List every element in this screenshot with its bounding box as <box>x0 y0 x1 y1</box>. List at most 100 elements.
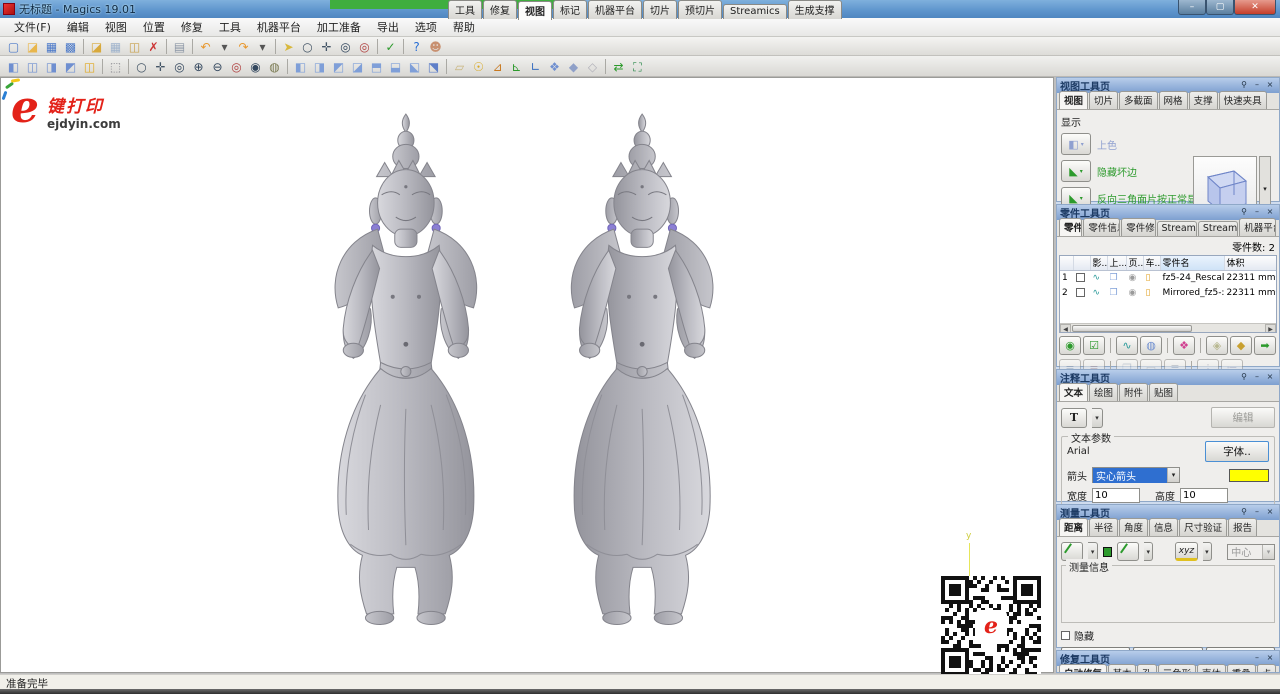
pin-icon[interactable]: ⚲ <box>1238 372 1250 383</box>
active-view-icon[interactable]: ◫ <box>80 58 99 75</box>
minimize-button[interactable]: – <box>1178 0 1206 15</box>
undo-dropdown-icon[interactable]: ▾ <box>215 38 234 55</box>
close-icon[interactable]: × <box>1264 80 1276 91</box>
close-icon[interactable]: × <box>1264 207 1276 218</box>
ribbon-tab[interactable]: 标记 <box>553 0 587 19</box>
tab[interactable]: 零件信息 <box>1083 218 1120 236</box>
menu-item[interactable]: 编辑 <box>59 17 97 37</box>
column-header[interactable]: 体积 <box>1224 256 1276 270</box>
ruler-icon[interactable]: ∟ <box>526 58 545 75</box>
front-view-icon[interactable]: ◫ <box>23 58 42 75</box>
arrow-style-select[interactable]: 实心箭头 ▾ <box>1092 467 1180 483</box>
tab[interactable]: 绘图 <box>1089 383 1118 401</box>
collapse-icon[interactable]: – <box>1251 207 1263 218</box>
column-header[interactable]: 零件名 <box>1160 256 1224 270</box>
slot-icon[interactable]: ▯ <box>1146 273 1151 283</box>
merge-parts-icon[interactable]: ◈ <box>1206 336 1228 355</box>
view-right-icon[interactable]: ◪ <box>348 58 367 75</box>
scrollbar-thumb[interactable] <box>1072 325 1192 332</box>
save-file-icon[interactable]: ▦ <box>42 38 61 55</box>
ribbon-tab[interactable]: 视图 <box>518 1 552 20</box>
tab[interactable]: 半径 <box>1089 518 1118 536</box>
print-icon[interactable]: ▤ <box>170 38 189 55</box>
wire-part-icon[interactable]: ◇ <box>583 58 602 75</box>
ribbon-tab[interactable]: 工具 <box>448 0 482 19</box>
visibility-icon[interactable]: ∿ <box>1093 273 1101 283</box>
zoom-in-icon[interactable]: ⊕ <box>189 58 208 75</box>
collapse-icon[interactable]: – <box>1251 80 1263 91</box>
column-header[interactable]: 车.. <box>1143 256 1160 270</box>
top-view-icon[interactable]: ◨ <box>42 58 61 75</box>
select-cursor-icon[interactable]: ➤ <box>279 38 298 55</box>
bounding-box-icon[interactable]: ⬚ <box>106 58 125 75</box>
pan-view-icon[interactable]: ✛ <box>317 38 336 55</box>
tab[interactable]: 网格 <box>1159 91 1188 109</box>
note-icon[interactable]: ▱ <box>450 58 469 75</box>
menu-item[interactable]: 文件(F) <box>6 17 59 37</box>
swap-view-icon[interactable]: ⇄ <box>609 58 628 75</box>
tab[interactable]: 附件 <box>1119 383 1148 401</box>
menu-item[interactable]: 加工准备 <box>309 17 369 37</box>
column-header[interactable] <box>1073 256 1090 270</box>
redo-icon[interactable]: ↷ <box>234 38 253 55</box>
view-bottom-icon[interactable]: ⬓ <box>386 58 405 75</box>
part-checkbox[interactable] <box>1076 288 1085 297</box>
3d-viewport[interactable]: e 键打印 ejdyin.com <box>0 77 1054 673</box>
zoom-window-icon[interactable]: ◎ <box>170 58 189 75</box>
tab[interactable]: 文本 <box>1059 383 1088 401</box>
collapse-icon[interactable]: – <box>1251 507 1263 518</box>
tab[interactable]: 重叠 <box>1227 664 1256 673</box>
ribbon-tab[interactable]: 修复 <box>483 0 517 19</box>
pin-icon[interactable]: ⚲ <box>1238 207 1250 218</box>
tab[interactable]: 零件 <box>1059 218 1082 236</box>
tab[interactable]: 孔 <box>1137 664 1156 673</box>
save-as-icon[interactable]: ▩ <box>61 38 80 55</box>
height-field[interactable] <box>1180 488 1228 503</box>
close-button[interactable]: ✕ <box>1234 0 1276 15</box>
shade-icon[interactable]: ❒ <box>1110 273 1118 283</box>
shade-part-icon[interactable]: ◆ <box>564 58 583 75</box>
pin-icon[interactable]: ⚲ <box>1238 507 1250 518</box>
tab[interactable]: 贴图 <box>1149 383 1178 401</box>
chevron-down-icon[interactable]: ▾ <box>1144 542 1153 561</box>
tab[interactable]: 多截面 <box>1119 91 1158 109</box>
collapse-icon[interactable]: – <box>1251 653 1263 664</box>
view-iso1-icon[interactable]: ⬕ <box>405 58 424 75</box>
tab[interactable]: 切片 <box>1089 91 1118 109</box>
shade-all-icon[interactable]: ∿ <box>1116 336 1138 355</box>
axes-icon[interactable]: ⊿ <box>488 58 507 75</box>
column-header[interactable] <box>1060 256 1073 270</box>
render-mode-icon[interactable]: ❖ <box>545 58 564 75</box>
table-row[interactable]: 2∿❒◉▯Mirrored_fz5-:22311 mm³0 <box>1060 285 1276 300</box>
toggle-visibility-icon[interactable]: ☑ <box>1083 336 1105 355</box>
close-icon[interactable]: × <box>1264 507 1276 518</box>
maximize-button[interactable]: ▢ <box>1206 0 1234 15</box>
rotate-view-icon[interactable]: ○ <box>298 38 317 55</box>
open-file-icon[interactable]: ◪ <box>23 38 42 55</box>
view-back-icon[interactable]: ◧ <box>291 58 310 75</box>
status-icon[interactable]: ◉ <box>1129 288 1137 298</box>
tab[interactable]: 机器平台 <box>1239 218 1276 236</box>
measure-point2-button[interactable] <box>1117 542 1139 561</box>
wizard-icon[interactable]: ☻ <box>426 38 445 55</box>
tab[interactable]: 壳体 <box>1197 664 1226 673</box>
unzoom-view-icon[interactable]: ◎ <box>227 58 246 75</box>
new-file-icon[interactable]: ▢ <box>4 38 23 55</box>
tab[interactable]: 距离 <box>1059 518 1088 536</box>
unzoom-icon[interactable]: ◎ <box>355 38 374 55</box>
zoom-platform-icon[interactable]: ◍ <box>265 58 284 75</box>
duplicate-part-icon[interactable]: ◆ <box>1230 336 1252 355</box>
tab[interactable]: 报告 <box>1228 518 1257 536</box>
scroll-right-icon[interactable]: ▶ <box>1265 324 1276 333</box>
ribbon-tab[interactable]: Streamics <box>723 4 787 19</box>
collapse-icon[interactable]: – <box>1251 372 1263 383</box>
part-list[interactable]: 影..上...页..车..零件名体积数 1∿❒◉▯fz5-24_Rescal22… <box>1059 255 1277 333</box>
save-part-icon[interactable]: ◫ <box>125 38 144 55</box>
tab[interactable]: Streami.. <box>1157 221 1197 236</box>
view-selected-icon[interactable]: ◍ <box>1140 336 1162 355</box>
tab[interactable]: Streami.. <box>1198 221 1238 236</box>
tab[interactable]: 信息 <box>1149 518 1178 536</box>
part-checkbox[interactable] <box>1076 273 1085 282</box>
tab[interactable]: 尺寸验证 <box>1179 518 1227 536</box>
menu-item[interactable]: 选项 <box>407 17 445 37</box>
